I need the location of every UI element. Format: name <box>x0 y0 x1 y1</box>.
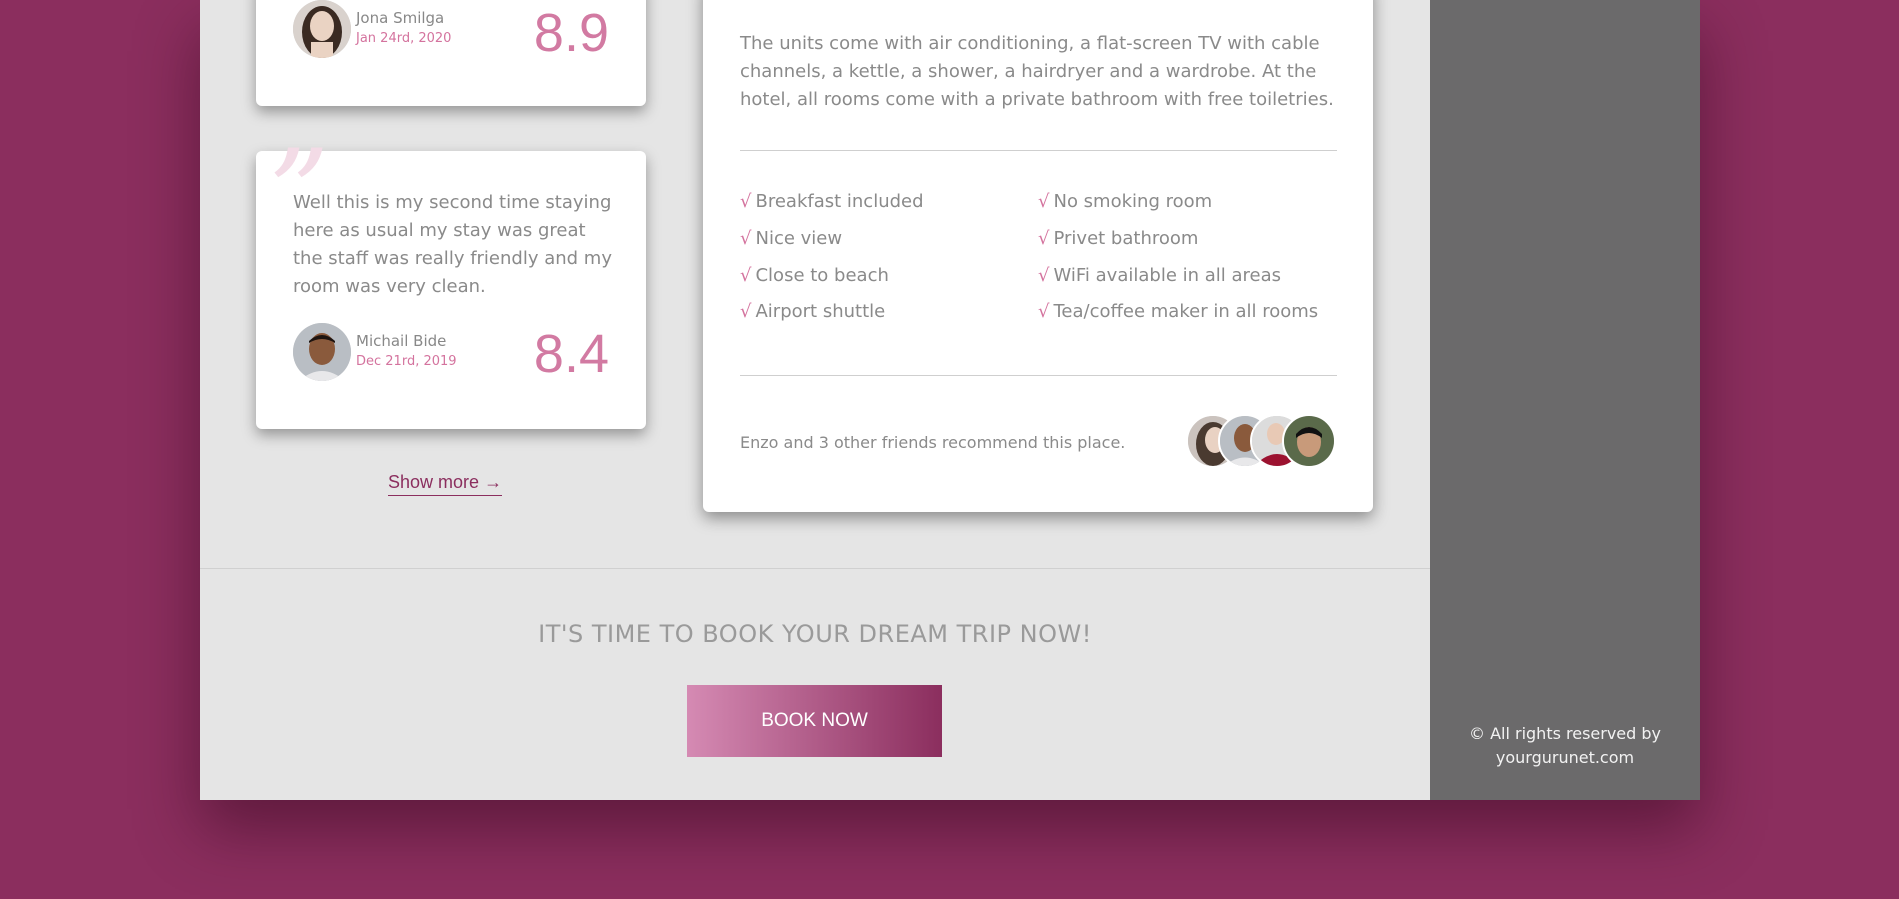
amenity-item: √ No smoking room <box>1038 191 1212 212</box>
book-now-button[interactable]: BOOK NOW <box>687 685 942 757</box>
check-icon: √ <box>1038 265 1050 286</box>
review-card: Jona Smilga Jan 24rd, 2020 8.9 <box>256 0 646 106</box>
show-more-label: Show more <box>388 472 480 492</box>
hotel-description: The units come with air conditioning, a … <box>740 33 1334 110</box>
reviewer-avatar <box>293 0 351 58</box>
copyright-line: © All rights reserved by <box>1468 724 1662 743</box>
reviewer-name: Michail Bide <box>356 332 447 350</box>
cta-title: IT'S TIME TO BOOK YOUR DREAM TRIP NOW! <box>538 620 1092 648</box>
arrow-right-icon: → <box>484 472 503 492</box>
amenity-item: √ Nice view <box>740 228 842 249</box>
amenity-item: √ Tea/coffee maker in all rooms <box>1038 301 1318 322</box>
copyright-link[interactable]: yourgurunet.com <box>1430 746 1700 770</box>
amenity-label: Privet bathroom <box>1053 228 1199 249</box>
check-icon: √ <box>740 265 752 286</box>
check-icon: √ <box>740 191 752 212</box>
review-date: Jan 24rd, 2020 <box>356 31 452 46</box>
amenity-label: Airport shuttle <box>755 301 886 322</box>
friends-avatars <box>1186 414 1336 468</box>
review-text: Well this is my second time staying here… <box>293 192 612 297</box>
amenity-label: No smoking room <box>1053 191 1213 212</box>
amenity-label: WiFi available in all areas <box>1053 265 1282 286</box>
amenity-item: √ Breakfast included <box>740 191 924 212</box>
amenity-item: √ Privet bathroom <box>1038 228 1198 249</box>
amenity-label: Breakfast included <box>755 191 924 212</box>
reviewer-avatar <box>293 323 351 381</box>
friend-avatar[interactable] <box>1282 414 1336 468</box>
check-icon: √ <box>1038 228 1050 249</box>
amenity-item: √ WiFi available in all areas <box>1038 265 1281 286</box>
review-date: Dec 21rd, 2019 <box>356 354 457 369</box>
show-more-link[interactable]: Show more → <box>388 472 503 496</box>
amenity-label: Tea/coffee maker in all rooms <box>1053 301 1319 322</box>
review-score: 8.9 <box>533 3 609 63</box>
reviewer-name: Jona Smilga <box>356 9 445 27</box>
check-icon: √ <box>740 301 752 322</box>
main-content: Jona Smilga Jan 24rd, 2020 8.9 ” Well th… <box>200 0 1430 800</box>
copyright-text: © All rights reserved by yourgurunet.com <box>1430 722 1700 770</box>
review-card: ” Well this is my second time staying he… <box>256 135 646 429</box>
friends-recommend-text: Enzo and 3 other friends recommend this … <box>740 433 1126 452</box>
hotel-details-card: The units come with air conditioning, a … <box>703 0 1373 512</box>
page: Jona Smilga Jan 24rd, 2020 8.9 ” Well th… <box>200 0 1700 800</box>
amenity-label: Nice view <box>755 228 843 249</box>
divider <box>740 150 1337 151</box>
divider <box>740 375 1337 376</box>
section-divider <box>200 568 1430 569</box>
check-icon: √ <box>740 228 752 249</box>
check-icon: √ <box>1038 301 1050 322</box>
sidebar: © All rights reserved by yourgurunet.com <box>1430 0 1700 800</box>
check-icon: √ <box>1038 191 1050 212</box>
review-score: 8.4 <box>533 324 609 384</box>
amenity-item: √ Close to beach <box>740 265 889 286</box>
amenity-label: Close to beach <box>755 265 889 286</box>
amenity-item: √ Airport shuttle <box>740 301 885 322</box>
